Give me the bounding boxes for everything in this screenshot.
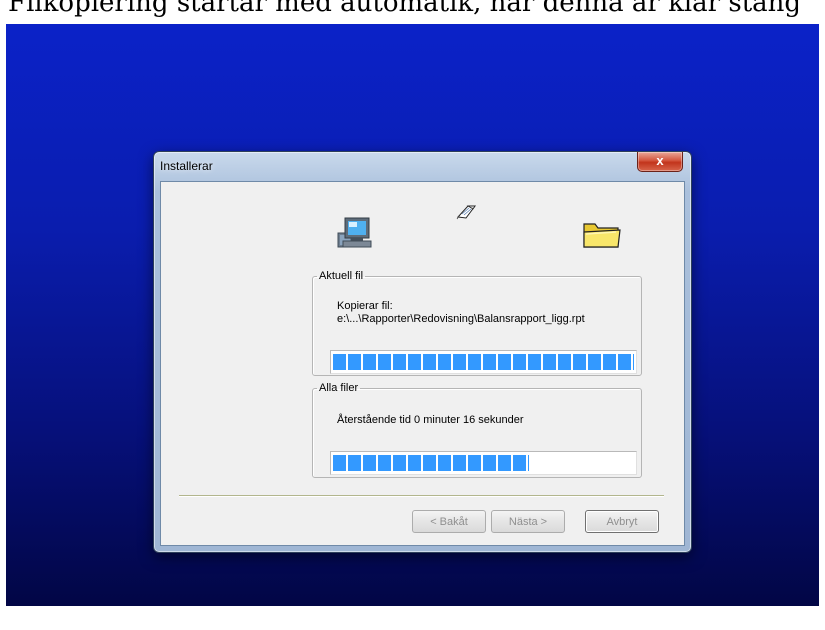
remaining-time-text: Återstående tid 0 minuter 16 sekunder bbox=[337, 414, 524, 426]
instruction-banner: Filkopiering startar med automatik, när … bbox=[0, 0, 825, 24]
flying-document-icon bbox=[456, 205, 476, 220]
close-button[interactable]: x bbox=[637, 152, 683, 172]
instruction-text: Filkopiering startar med automatik, när … bbox=[8, 0, 802, 18]
all-files-progress-bar bbox=[330, 451, 637, 475]
back-button[interactable]: < Bakåt bbox=[412, 510, 486, 533]
all-files-legend: Alla filer bbox=[319, 382, 359, 394]
computer-icon bbox=[337, 217, 372, 248]
current-file-progress-bar bbox=[330, 350, 637, 374]
current-file-path: e:\...\Rapporter\Redovisning\Balansrappo… bbox=[337, 313, 585, 325]
current-file-group: Aktuell fil Kopierar fil: e:\...\Rapport… bbox=[312, 270, 642, 376]
window-title: Installerar bbox=[160, 159, 213, 173]
all-files-group: Alla filer Återstående tid 0 minuter 16 … bbox=[312, 382, 642, 478]
title-bar[interactable]: Installerar x bbox=[154, 152, 691, 180]
copy-action-label: Kopierar fil: bbox=[337, 300, 393, 312]
folder-icon bbox=[583, 223, 621, 248]
cancel-button[interactable]: Avbryt bbox=[585, 510, 659, 533]
dialog-client-area: Aktuell fil Kopierar fil: e:\...\Rapport… bbox=[160, 181, 685, 546]
footer-separator bbox=[179, 495, 664, 497]
current-file-progress-fill bbox=[333, 354, 634, 370]
next-button[interactable]: Nästa > bbox=[491, 510, 565, 533]
all-files-progress-fill bbox=[333, 455, 529, 471]
current-file-legend: Aktuell fil bbox=[319, 270, 364, 282]
installer-dialog: Installerar x Aktuell fil Kopierar fil: … bbox=[153, 151, 692, 553]
desktop-background: Installerar x Aktuell fil Kopierar fil: … bbox=[6, 24, 819, 606]
